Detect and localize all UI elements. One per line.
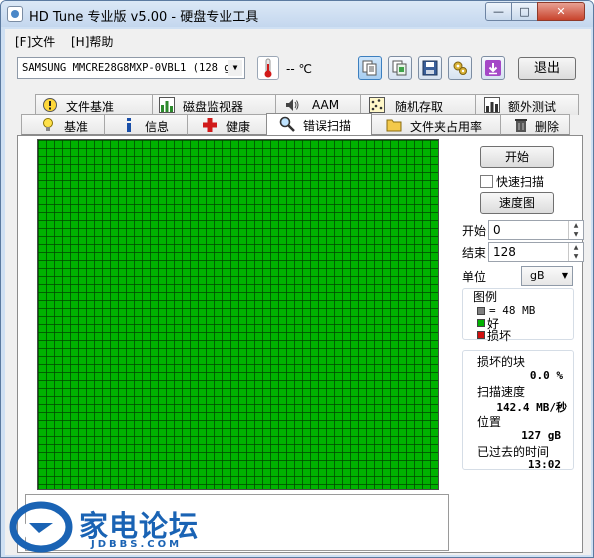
position-value: 127 gB [521,429,561,442]
bar-chart-icon [159,97,175,113]
unit-label: 单位 [462,270,487,284]
toolbar: SAMSUNG MMCRE28G8MXP-0VBL1 (128 gB) ▼ --… [5,51,591,89]
range-start-spinner[interactable]: 0 ▲ ▼ [488,220,584,240]
magnifier-icon [279,116,295,132]
scan-block-grid [37,139,439,490]
tab-disk-monitor[interactable]: 磁盘监视器 [152,94,276,115]
tab-extra-tests-label: 额外测试 [508,100,557,114]
scan-start-button[interactable]: 开始 [480,146,554,168]
tab-file-benchmark[interactable]: 文件基准 [35,94,153,115]
legend-damaged-swatch [477,331,485,339]
scan-stats-group: 损坏的块 0.0 % 扫描速度 142.4 MB/秒 位置 127 gB 已过去… [462,350,574,471]
tab-random-access-label: 随机存取 [395,100,444,114]
exit-button[interactable]: 退出 [518,57,576,80]
speed-map-button[interactable]: 速度图 [480,192,554,214]
app-icon [7,6,23,22]
damaged-blocks-label: 损坏的块 [477,355,526,369]
download-button[interactable] [481,56,505,80]
drive-select[interactable]: SAMSUNG MMCRE28G8MXP-0VBL1 (128 gB) ▼ [17,57,245,79]
random-dots-icon [369,97,385,113]
legend-group: 图例 = 48 MB 好 损坏 [462,288,574,343]
range-end-value: 128 [493,245,516,259]
position-label: 位置 [477,415,502,429]
quick-scan-label: 快速扫描 [496,175,545,189]
unit-select-value: gB [530,269,545,282]
watermark-subtext: JDBBS.COM [91,539,183,550]
maximize-button[interactable]: □ [511,2,538,21]
thermometer-icon [257,56,279,80]
jdbbs-logo-icon [9,501,73,553]
menu-file[interactable]: [F]文件 [15,33,55,50]
minimize-button[interactable]: — [485,2,512,21]
spinner-arrows-icon[interactable]: ▲ ▼ [568,221,583,239]
range-start-value: 0 [493,223,501,237]
tab-info[interactable]: 信息 [104,114,188,135]
scan-speed-label: 扫描速度 [477,385,526,399]
tab-delete[interactable]: 删除 [500,114,570,135]
drive-select-value: SAMSUNG MMCRE28G8MXP-0VBL1 (128 gB) [22,62,244,74]
lightbulb-icon [40,117,56,133]
temperature-readout: -- ℃ [286,62,312,76]
damaged-blocks-value: 0.0 % [529,369,563,382]
legend-damaged-label: 损坏 [487,329,512,343]
legend-block-swatch [477,307,485,315]
range-end-spinner[interactable]: 128 ▲ ▼ [488,242,584,262]
error-scan-panel: 开始 快速扫描 速度图 开始 0 ▲ ▼ 结束 128 ▲ ▼ 单位 gB ▼ 图例 [17,135,584,553]
tab-benchmark-label: 基准 [64,120,89,134]
tab-health[interactable]: 健康 [187,114,267,135]
tab-delete-label: 删除 [535,120,560,134]
extra-test-icon [484,97,500,113]
tab-benchmark[interactable]: 基准 [21,114,105,135]
tab-aam-label: AAM [312,98,340,112]
menu-help[interactable]: [H]帮助 [71,33,113,50]
quick-scan-checkbox[interactable] [480,175,493,188]
range-end-label: 结束 [462,246,487,260]
save-button[interactable] [418,56,442,80]
scan-speed-value: 142.4 MB/秒 [496,401,567,414]
watermark-logo: 家电论坛 JDBBS.COM [9,499,209,555]
tab-info-label: 信息 [145,120,170,134]
tab-error-scan[interactable]: 错误扫描 [266,113,372,135]
tab-aam[interactable]: AAM [275,94,361,115]
main-client-area: SAMSUNG MMCRE28G8MXP-0VBL1 (128 gB) ▼ --… [5,51,591,555]
tab-disk-monitor-label: 磁盘监视器 [183,100,244,114]
options-button[interactable] [448,56,472,80]
close-button[interactable]: ✕ [537,2,585,21]
trash-icon [513,117,529,133]
speaker-icon [284,97,300,113]
copy-text-button[interactable] [358,56,382,80]
tab-error-scan-label: 错误扫描 [303,119,352,133]
tab-extra-tests[interactable]: 额外测试 [475,94,579,115]
folder-icon [386,117,402,133]
tab-random-access[interactable]: 随机存取 [360,94,476,115]
copy-screen-button[interactable] [388,56,412,80]
chevron-down-icon: ▼ [561,271,568,280]
chevron-down-icon: ▼ [228,60,242,76]
legend-good-swatch [477,319,485,327]
legend-title: 图例 [473,290,498,304]
spinner-arrows-icon[interactable]: ▲ ▼ [568,243,583,261]
info-icon [121,117,137,133]
menu-bar: [F]文件 [H]帮助 [5,29,591,51]
window-title: HD Tune 专业版 v5.00 - 硬盘专业工具 [29,10,259,25]
info-marker-icon [42,97,58,113]
health-cross-icon [202,117,218,133]
unit-select[interactable]: gB ▼ [521,266,573,286]
range-start-label: 开始 [462,224,487,238]
tab-folder-usage[interactable]: 文件夹占用率 [371,114,501,135]
hdtune-window: HD Tune 专业版 v5.00 - 硬盘专业工具 — □ ✕ [F]文件 [… [0,0,594,558]
elapsed-time-value: 13:02 [527,458,561,471]
tab-folder-usage-label: 文件夹占用率 [410,120,483,134]
tab-file-benchmark-label: 文件基准 [66,100,115,114]
tab-health-label: 健康 [226,120,251,134]
title-bar[interactable]: HD Tune 专业版 v5.00 - 硬盘专业工具 — □ ✕ [1,1,593,27]
